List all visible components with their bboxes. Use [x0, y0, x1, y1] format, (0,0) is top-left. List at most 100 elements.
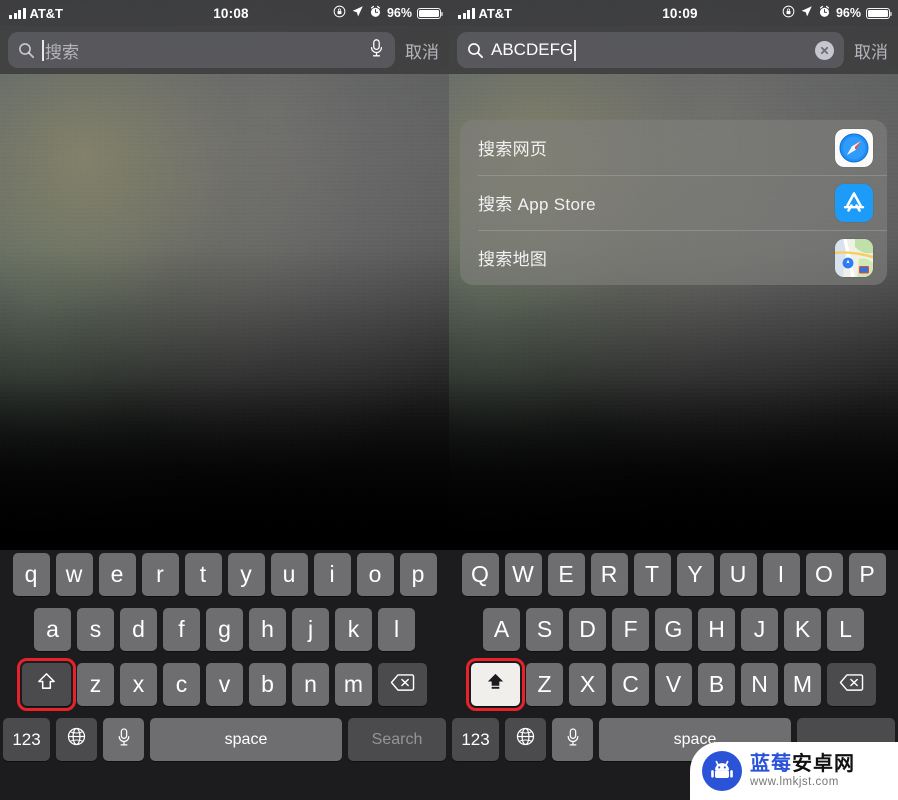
key-I[interactable]: I	[762, 553, 800, 596]
globe-key[interactable]	[505, 718, 546, 761]
key-G[interactable]: G	[655, 608, 692, 651]
status-bar-clock: 10:09	[662, 5, 698, 21]
keyboard: q w e r t y u i o p a s d f g h j k l z …	[0, 550, 449, 800]
key-X[interactable]: X	[569, 663, 606, 706]
key-i[interactable]: i	[313, 553, 351, 596]
key-q[interactable]: q	[12, 553, 50, 596]
key-Q[interactable]: Q	[461, 553, 499, 596]
location-arrow-icon	[351, 5, 364, 21]
key-A[interactable]: A	[483, 608, 520, 651]
suggestion-row-maps[interactable]: 搜索地图	[460, 230, 887, 285]
key-U[interactable]: U	[719, 553, 757, 596]
wallpaper-dim-overlay	[0, 0, 449, 560]
key-T[interactable]: T	[633, 553, 671, 596]
key-P[interactable]: P	[848, 553, 886, 596]
search-text: ABCDEFG	[491, 39, 815, 61]
key-Z[interactable]: Z	[526, 663, 563, 706]
search-input[interactable]: ABCDEFG	[457, 32, 844, 68]
backspace-icon	[839, 671, 864, 698]
suggestion-row-web[interactable]: 搜索网页	[460, 120, 887, 175]
search-return-key[interactable]: Search	[348, 718, 446, 761]
shift-key[interactable]	[17, 658, 76, 711]
key-a[interactable]: a	[34, 608, 71, 651]
key-E[interactable]: E	[547, 553, 585, 596]
key-H[interactable]: H	[698, 608, 735, 651]
key-f[interactable]: f	[163, 608, 200, 651]
key-R[interactable]: R	[590, 553, 628, 596]
key-j[interactable]: j	[292, 608, 329, 651]
key-u[interactable]: u	[270, 553, 308, 596]
key-m[interactable]: m	[335, 663, 372, 706]
microphone-icon[interactable]	[368, 38, 385, 63]
key-s[interactable]: s	[77, 608, 114, 651]
search-text: 搜索	[42, 38, 368, 63]
key-b[interactable]: b	[249, 663, 286, 706]
numeric-key[interactable]: 123	[452, 718, 499, 761]
key-d[interactable]: d	[120, 608, 157, 651]
key-B[interactable]: B	[698, 663, 735, 706]
safari-icon	[835, 128, 873, 167]
dictation-key[interactable]	[103, 718, 144, 761]
search-input[interactable]: 搜索	[8, 32, 395, 68]
watermark-title: 蓝莓安卓网	[750, 753, 855, 775]
key-C[interactable]: C	[612, 663, 649, 706]
cancel-button[interactable]: 取消	[395, 38, 449, 63]
key-t[interactable]: t	[184, 553, 222, 596]
key-L[interactable]: L	[827, 608, 864, 651]
dictation-key[interactable]	[552, 718, 593, 761]
signal-bars-icon	[9, 7, 26, 19]
key-K[interactable]: K	[784, 608, 821, 651]
keyboard-row-4: 123 space Search	[0, 718, 449, 761]
key-J[interactable]: J	[741, 608, 778, 651]
watermark-text: 蓝莓安卓网 www.lmkjst.com	[750, 754, 855, 789]
key-W[interactable]: W	[504, 553, 542, 596]
suggestion-row-appstore[interactable]: 搜索 App Store	[460, 175, 887, 230]
space-key[interactable]: space	[150, 718, 342, 761]
key-M[interactable]: M	[784, 663, 821, 706]
key-w[interactable]: w	[55, 553, 93, 596]
key-D[interactable]: D	[569, 608, 606, 651]
clear-text-icon[interactable]	[815, 40, 834, 60]
site-watermark: 蓝莓安卓网 www.lmkjst.com	[690, 742, 898, 800]
battery-percent-label: 96%	[386, 6, 412, 20]
right-screenshot-pane: AT&T 10:09 96% ABCDEFG 取消 搜索网页 搜索 App St…	[449, 0, 898, 800]
status-bar-clock: 10:08	[213, 5, 249, 21]
key-l[interactable]: l	[378, 608, 415, 651]
shift-arrow-outline-icon	[36, 671, 57, 698]
key-N[interactable]: N	[741, 663, 778, 706]
globe-key[interactable]	[56, 718, 97, 761]
key-O[interactable]: O	[805, 553, 843, 596]
key-h[interactable]: h	[249, 608, 286, 651]
key-r[interactable]: r	[141, 553, 179, 596]
text-caret	[574, 39, 577, 61]
key-z[interactable]: z	[77, 663, 114, 706]
key-p[interactable]: p	[399, 553, 437, 596]
globe-icon	[515, 726, 536, 753]
key-n[interactable]: n	[292, 663, 329, 706]
backspace-icon	[390, 671, 415, 698]
key-o[interactable]: o	[356, 553, 394, 596]
key-y[interactable]: y	[227, 553, 265, 596]
key-S[interactable]: S	[526, 608, 563, 651]
keyboard-row-2: A S D F G H J K L	[449, 608, 898, 651]
search-icon	[18, 42, 35, 59]
status-bar: AT&T 10:09 96%	[449, 0, 898, 26]
shift-key[interactable]	[466, 658, 525, 711]
key-Y[interactable]: Y	[676, 553, 714, 596]
cancel-button[interactable]: 取消	[844, 38, 898, 63]
numeric-key[interactable]: 123	[3, 718, 50, 761]
key-g[interactable]: g	[206, 608, 243, 651]
key-V[interactable]: V	[655, 663, 692, 706]
key-v[interactable]: v	[206, 663, 243, 706]
key-k[interactable]: k	[335, 608, 372, 651]
backspace-key[interactable]	[378, 663, 427, 706]
microphone-icon	[565, 726, 581, 753]
key-F[interactable]: F	[612, 608, 649, 651]
key-e[interactable]: e	[98, 553, 136, 596]
shift-arrow-filled-icon	[485, 671, 506, 698]
key-x[interactable]: x	[120, 663, 157, 706]
key-c[interactable]: c	[163, 663, 200, 706]
suggestion-label: 搜索网页	[478, 140, 548, 159]
android-robot-icon	[702, 751, 742, 791]
backspace-key[interactable]	[827, 663, 876, 706]
